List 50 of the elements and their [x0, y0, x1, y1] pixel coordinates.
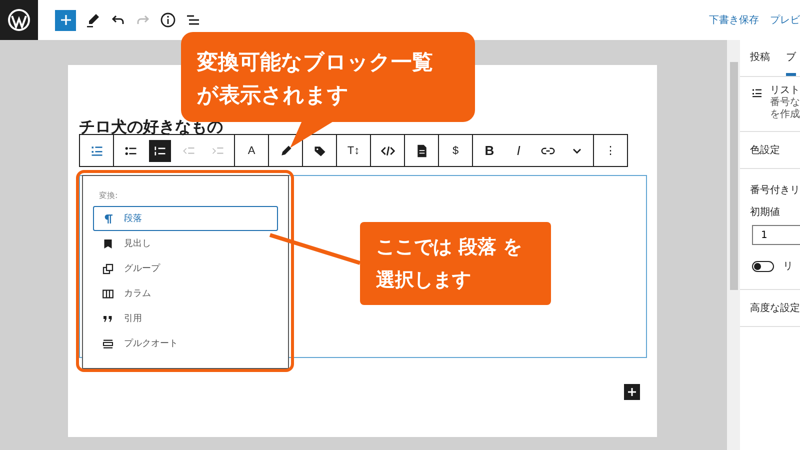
group-icon [102, 262, 114, 274]
toolbar-button[interactable]: B [475, 135, 504, 166]
block-description: を作成 [770, 109, 800, 121]
menu-item[interactable]: グループ [93, 256, 278, 281]
scrollbar[interactable] [727, 40, 740, 450]
tag-icon [312, 144, 326, 158]
bookmark-icon [102, 238, 114, 250]
pencil-icon[interactable] [85, 12, 101, 28]
pen-icon [278, 144, 292, 158]
header-link[interactable]: プレビ [770, 13, 800, 27]
info-icon[interactable] [160, 12, 176, 28]
sidebar-tab[interactable]: ブ [786, 40, 796, 76]
document-icon [414, 144, 428, 158]
callout-text: が表示されます [197, 82, 349, 109]
toolbar-button[interactable]: ⋮ [596, 135, 625, 166]
plus-icon [627, 387, 637, 397]
columns-icon [102, 288, 114, 300]
plus-icon [60, 14, 72, 26]
menu-item[interactable]: カラム [93, 281, 278, 306]
block-title: リスト [770, 85, 800, 96]
panel-heading[interactable]: 番号付きリ [750, 183, 800, 197]
header-link[interactable]: 下書き保存 [709, 13, 759, 27]
list-icon [90, 144, 104, 158]
add-block-button[interactable] [624, 384, 640, 400]
menu-heading: 変換: [99, 190, 119, 202]
sidebar-tab[interactable]: 投稿 [750, 40, 770, 76]
code-icon [380, 144, 394, 158]
field-label: 初期値 [750, 206, 781, 219]
start-value-field[interactable]: 1 [752, 225, 800, 245]
menu-item[interactable]: プルクオート [93, 331, 278, 356]
panel-heading[interactable]: 高度な設定 [750, 301, 800, 315]
numbered-list-icon [152, 144, 166, 158]
wordpress-logo-icon[interactable] [7, 8, 31, 32]
toolbar-button[interactable]: A [237, 135, 266, 166]
toolbar-button[interactable]: $ [441, 135, 470, 166]
list-icon [751, 87, 763, 99]
callout-text: ここでは 段落 を [376, 234, 522, 260]
block-description: 番号な [770, 97, 800, 108]
menu-item[interactable]: 段落 [93, 206, 278, 231]
callout-text: 選択します [376, 268, 471, 292]
callout-text: 変換可能なブロック一覧 [197, 49, 433, 76]
toggle-label: リ [783, 260, 793, 273]
panel-heading[interactable]: 色設定 [750, 143, 780, 157]
toggle-switch[interactable] [752, 260, 774, 272]
toolbar-button[interactable]: T↕ [339, 135, 368, 166]
toolbar-button[interactable]: I [504, 135, 533, 166]
pilcrow-icon [102, 212, 114, 224]
menu-item[interactable]: 見出し [93, 231, 278, 256]
menu-item[interactable]: 引用 [93, 306, 278, 331]
pullquote-icon [102, 338, 114, 350]
